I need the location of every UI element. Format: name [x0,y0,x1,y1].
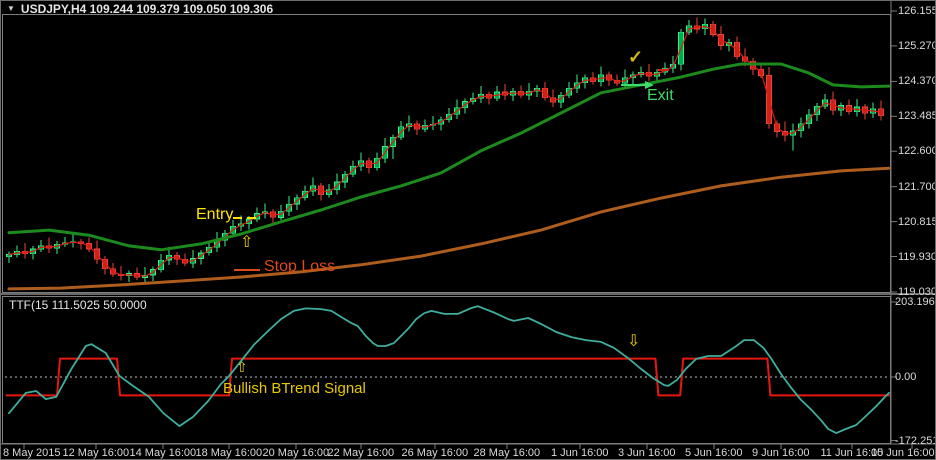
chart-window: ▼ USDJPY,H4 109.244 109.379 109.050 109.3… [0,0,936,460]
symbol-quote-text: USDJPY,H4 109.244 109.379 109.050 109.30… [20,2,274,16]
time-axis-label: 3 Jun 16:00 [618,447,676,459]
time-axis-label: 12 May 16:00 [62,447,130,459]
up-arrow-icon: ⇧ [240,234,254,251]
time-axis-label: 9 Jun 16:00 [752,447,810,459]
price-axis-label: 122.600 [898,145,936,158]
candles-group [6,17,884,283]
price-axis-label: 125.270 [898,39,936,52]
green-ma-line [7,62,891,252]
time-axis-label: 5 Jun 16:00 [685,447,743,459]
time-axis-label: 14 May 16:00 [129,447,197,459]
time-axis-label: 8 May 2015 [3,447,61,459]
time-axis-label: 26 May 16:00 [401,447,469,459]
up-arrow-icon: ⇧ [236,359,248,375]
stop-loss-annotation: Stop Loss [264,258,336,275]
price-axis-label: 124.370 [898,75,936,88]
sub-panel-border [2,296,891,444]
ttf-main-line [8,305,890,435]
quote-bar: ▼ USDJPY,H4 109.244 109.379 109.050 109.3… [7,2,273,16]
price-axis-label: 126.155 [898,5,936,17]
main-chart-svg [1,1,935,449]
indicator-axis-label: 203.1962 [895,296,935,309]
price-axis-label: 119.930 [898,250,936,263]
chevron-down-icon[interactable]: ▼ [7,4,15,13]
price-axis-label: 120.815 [898,215,936,228]
time-axis-label: 22 May 16:00 [327,447,395,459]
time-axis-label: 20 May 16:00 [262,447,330,459]
price-axis-label: 121.700 [898,180,936,193]
time-axis-label: 15 Jun 16:00 [871,447,935,459]
bullish-btrend-signal-label: Bullish BTrend Signal [223,380,366,397]
indicator-label: TTF(15 111.5025 50.0000 [9,298,147,312]
time-axis-label: 1 Jun 16:00 [551,447,609,459]
indicator-axis-label: 0.00 [895,371,917,383]
checkmark-icon: ✓ [628,47,644,67]
orange-ma-line [7,166,891,291]
price-axis-label: 123.485 [898,110,936,123]
indicator-axis-label: -172.2519 [895,434,935,447]
time-axis-label: 18 May 16:00 [195,447,263,459]
time-axis-label: 28 May 16:00 [473,447,541,459]
down-arrow-icon: ⇩ [627,333,641,350]
entry-annotation: Entry [196,206,234,223]
exit-annotation: Exit [647,87,674,104]
